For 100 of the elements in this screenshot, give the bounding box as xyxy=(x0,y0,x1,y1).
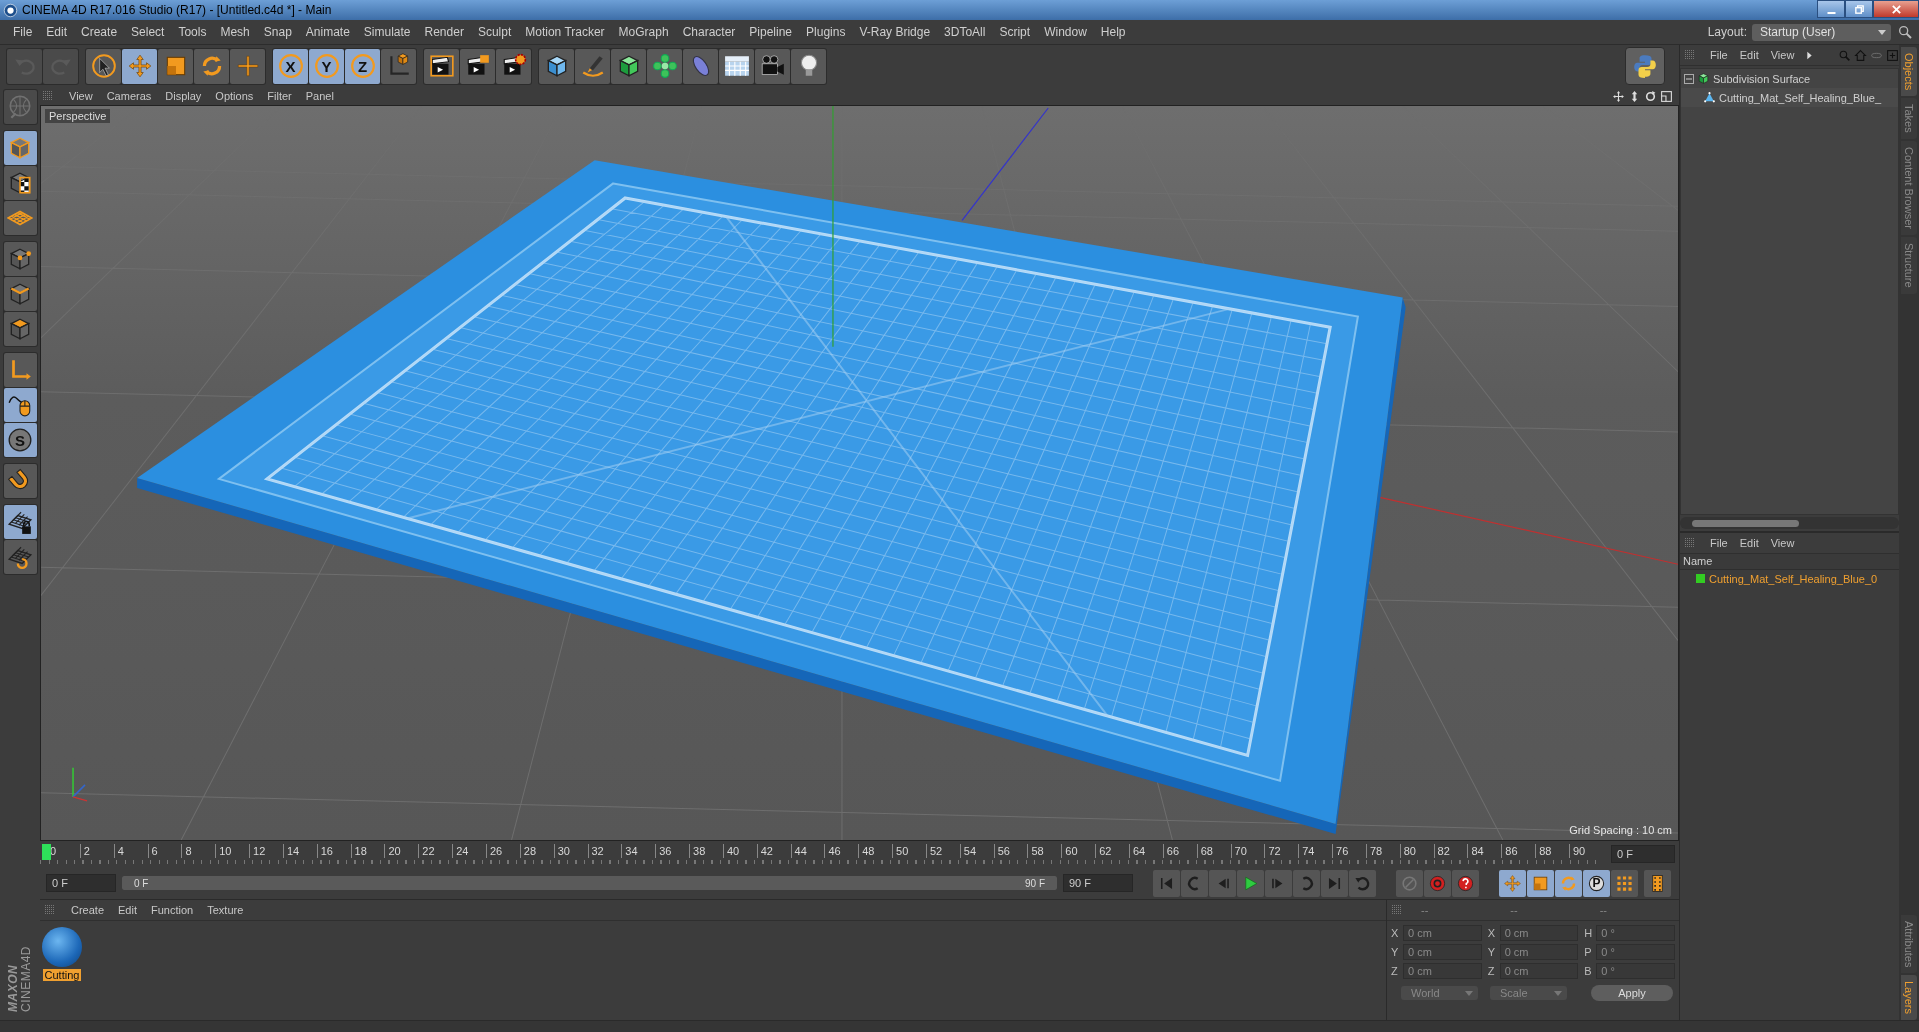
key-mode-button[interactable] xyxy=(1499,869,1526,897)
menu-item[interactable]: Snap xyxy=(256,25,299,39)
menu-item[interactable]: Animate xyxy=(298,25,357,39)
menu-item[interactable]: Select xyxy=(124,25,172,39)
toolbar-button[interactable] xyxy=(791,48,826,84)
toolbar-button[interactable] xyxy=(575,48,610,84)
tool-button[interactable] xyxy=(3,312,37,346)
toolbar-button[interactable] xyxy=(719,48,754,84)
menu-item[interactable]: Options xyxy=(208,90,261,102)
key-mode-button[interactable] xyxy=(1611,869,1638,897)
menu-item[interactable]: Tools xyxy=(171,25,214,39)
menu-item[interactable]: Script xyxy=(992,25,1038,39)
toolbar-button[interactable] xyxy=(86,48,121,84)
menu-item[interactable]: Help xyxy=(1093,25,1133,39)
menu-item[interactable]: Motion Tracker xyxy=(518,25,612,39)
toolbar-button[interactable] xyxy=(647,48,682,84)
current-frame-field[interactable]: 0 F xyxy=(1611,845,1675,863)
toolbar-button[interactable]: Y xyxy=(309,48,344,84)
layout-dropdown[interactable]: Startup (User) xyxy=(1752,23,1891,41)
tool-button[interactable] xyxy=(3,540,37,574)
coordinate-field[interactable]: 0 cm xyxy=(1403,944,1482,960)
tool-button[interactable] xyxy=(3,505,37,539)
coordinate-field[interactable]: 0 ° xyxy=(1596,925,1675,941)
layer-name[interactable]: Cutting_Mat_Self_Healing_Blue_0 xyxy=(1709,572,1878,585)
menu-item[interactable]: View xyxy=(62,90,100,102)
material-preview[interactable] xyxy=(42,927,82,967)
menu-item[interactable]: Create xyxy=(74,25,125,39)
toolbar-button[interactable]: Z xyxy=(345,48,380,84)
coordinate-field[interactable]: 0 cm xyxy=(1403,925,1482,941)
toolbar-button[interactable] xyxy=(755,48,790,84)
menu-item[interactable]: Edit xyxy=(39,25,75,39)
collapse-icon[interactable] xyxy=(1684,73,1694,84)
toolbar-button[interactable] xyxy=(424,48,459,84)
key-mode-button[interactable] xyxy=(1555,869,1582,897)
end-frame-field[interactable]: 90 F xyxy=(1063,874,1133,892)
record-button[interactable] xyxy=(1424,869,1451,897)
tool-button[interactable] xyxy=(3,201,37,235)
apply-button[interactable]: Apply xyxy=(1591,985,1673,1001)
menu-item[interactable]: Sculpt xyxy=(470,25,519,39)
menu-item[interactable]: V-Ray Bridge xyxy=(852,25,938,39)
start-frame-field[interactable]: 0 F xyxy=(46,874,116,892)
menu-item[interactable]: Panel xyxy=(298,90,341,102)
menu-item[interactable]: MoGraph xyxy=(611,25,676,39)
menu-item[interactable]: Texture xyxy=(200,904,251,916)
menu-item[interactable]: File xyxy=(1704,537,1734,549)
toolbar-button[interactable] xyxy=(496,48,531,84)
coordinate-field[interactable]: 0 cm xyxy=(1499,963,1579,979)
tool-button[interactable] xyxy=(3,277,37,311)
side-tab[interactable]: Objects xyxy=(1901,47,1917,97)
playback-button[interactable] xyxy=(1237,869,1264,897)
menu-item[interactable]: Edit xyxy=(1733,537,1765,549)
menu-item[interactable]: Function xyxy=(144,904,201,916)
object-name[interactable]: Subdivision Surface xyxy=(1713,72,1811,85)
material-name[interactable]: Cutting xyxy=(42,969,82,981)
layer-color[interactable] xyxy=(1696,574,1705,583)
toolbar-button[interactable] xyxy=(460,48,495,84)
menu-item[interactable]: View xyxy=(1764,537,1801,549)
tool-button[interactable] xyxy=(3,353,37,387)
menu-item[interactable]: Render xyxy=(417,25,471,39)
tool-button[interactable]: S xyxy=(3,423,37,457)
toolbar-button[interactable] xyxy=(122,48,157,84)
scrollbar[interactable] xyxy=(1680,517,1899,529)
side-tab[interactable]: Layers xyxy=(1901,974,1917,1020)
menu-item[interactable]: Pipeline xyxy=(742,25,800,39)
menu-item[interactable]: Cameras xyxy=(99,90,159,102)
menu-item[interactable]: Filter xyxy=(260,90,299,102)
menu-item[interactable]: Simulate xyxy=(356,25,418,39)
toolbar-button[interactable]: X xyxy=(273,48,308,84)
coordinate-field[interactable]: 0 cm xyxy=(1499,944,1579,960)
menu-item[interactable]: File xyxy=(6,25,40,39)
coordinate-field[interactable]: 0 cm xyxy=(1499,925,1579,941)
tool-button[interactable] xyxy=(3,464,37,498)
menu-item[interactable]: Create xyxy=(64,904,112,916)
menu-item[interactable]: Edit xyxy=(111,904,144,916)
timeline-button[interactable] xyxy=(1644,869,1671,897)
menu-item[interactable]: Mesh xyxy=(213,25,257,39)
coordinate-field[interactable]: 0 cm xyxy=(1403,963,1482,979)
tool-button[interactable] xyxy=(3,388,37,422)
tool-button[interactable] xyxy=(3,166,37,200)
menu-item[interactable]: View xyxy=(1764,49,1801,61)
python-button[interactable] xyxy=(1625,47,1665,85)
tool-button[interactable] xyxy=(3,242,37,276)
menu-item[interactable]: File xyxy=(1704,49,1734,61)
menu-item[interactable]: Character xyxy=(675,25,743,39)
close-button[interactable] xyxy=(1873,0,1919,18)
menu-item[interactable]: Window xyxy=(1037,25,1094,39)
viewport[interactable]: Perspective Grid Spacing : 10 cm xyxy=(40,105,1679,841)
tool-button[interactable] xyxy=(3,131,37,165)
key-mode-button[interactable] xyxy=(1527,869,1554,897)
coordinate-field[interactable]: 0 ° xyxy=(1596,944,1675,960)
toolbar-button[interactable] xyxy=(158,48,193,84)
menu-item[interactable]: Plugins xyxy=(799,25,853,39)
range-slider[interactable]: 0 F 90 F xyxy=(122,876,1057,890)
menu-item[interactable]: Edit xyxy=(1733,49,1765,61)
toolbar-button[interactable] xyxy=(194,48,229,84)
toolbar-button[interactable] xyxy=(611,48,646,84)
toolbar-button[interactable] xyxy=(539,48,574,84)
record-button[interactable] xyxy=(1452,869,1479,897)
minimize-button[interactable] xyxy=(1817,0,1845,18)
maximize-button[interactable] xyxy=(1845,0,1873,18)
